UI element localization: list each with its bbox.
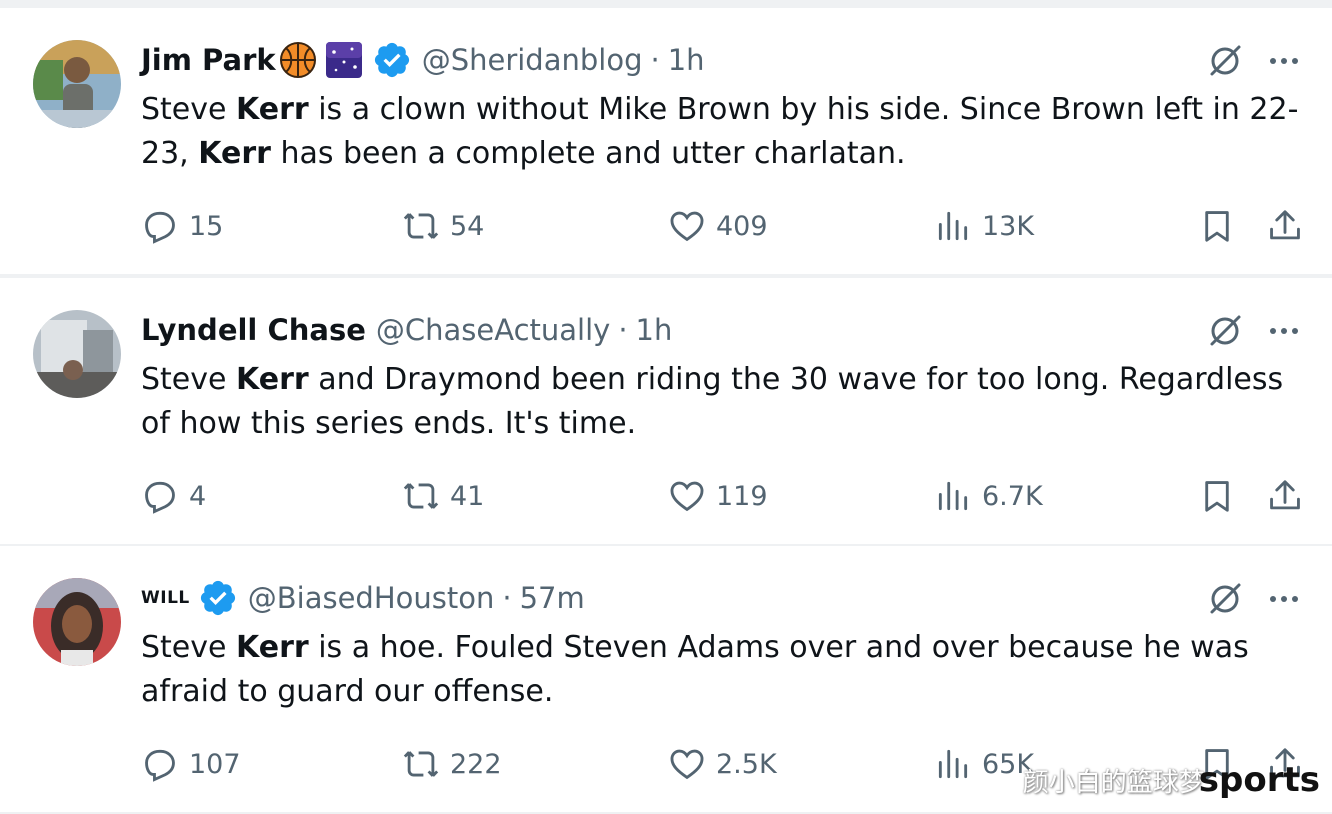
grok-icon[interactable] (1206, 580, 1244, 618)
like-button[interactable]: 409 (668, 204, 768, 248)
tweet-text: Steve Kerr is a clown without Mike Brown… (141, 92, 1299, 171)
avatar[interactable] (33, 310, 121, 398)
author-handle[interactable]: @BiasedHouston (248, 581, 495, 615)
action-bar: 15 54 409 13K (0, 204, 1332, 248)
watermark: 颜小白的篮球梦 sports (1023, 760, 1320, 800)
reply-count: 107 (189, 748, 241, 780)
heart-icon (668, 477, 716, 515)
reply-icon (141, 745, 189, 783)
separator-dot: · (650, 43, 660, 77)
watermark-text: 颜小白的篮球梦 (1022, 767, 1205, 798)
views-count: 6.7K (982, 480, 1043, 512)
separator-dot: · (618, 313, 628, 347)
more-icon[interactable] (1266, 580, 1302, 618)
reply-icon (141, 477, 189, 515)
views-icon (934, 207, 982, 245)
more-icon[interactable] (1266, 42, 1302, 80)
like-count: 119 (716, 480, 768, 512)
bookmark-button[interactable] (1198, 204, 1236, 248)
timestamp[interactable]: 57m (520, 581, 585, 615)
like-count: 2.5K (716, 748, 777, 780)
views-button[interactable]: 6.7K (934, 474, 1043, 518)
watermark-sports: sports (1198, 760, 1320, 800)
heart-icon (668, 745, 716, 783)
repost-button[interactable]: 222 (402, 742, 502, 786)
action-bar: 4 41 119 6.7K (0, 474, 1332, 518)
basketball-icon (278, 40, 318, 80)
tweet-text: Steve Kerr is a hoe. Fouled Steven Adams… (141, 630, 1249, 709)
reply-count: 4 (189, 480, 207, 512)
repost-icon (402, 745, 450, 783)
repost-button[interactable]: 41 (402, 474, 484, 518)
tweet-card[interactable]: Jim Park @Sheridanblog · 1h Steve Kerr i… (0, 8, 1332, 274)
repost-count: 41 (450, 480, 485, 512)
reply-button[interactable]: 15 (141, 204, 223, 248)
share-button[interactable] (1266, 474, 1304, 518)
share-icon (1266, 207, 1304, 245)
repost-icon (402, 207, 450, 245)
bookmark-button[interactable] (1198, 474, 1236, 518)
like-button[interactable]: 119 (668, 474, 768, 518)
verified-badge-icon[interactable] (372, 40, 412, 80)
views-icon (934, 745, 982, 783)
views-icon (934, 477, 982, 515)
grok-icon[interactable] (1206, 312, 1244, 350)
author-name[interactable]: WILL (141, 588, 190, 608)
author-handle[interactable]: @Sheridanblog (422, 43, 643, 77)
separator-dot: · (502, 581, 512, 615)
avatar[interactable] (33, 578, 121, 666)
verified-badge-icon[interactable] (198, 578, 238, 618)
bookmark-icon (1198, 207, 1236, 245)
reply-count: 15 (189, 210, 224, 242)
tweet-text: Steve Kerr and Draymond been riding the … (141, 362, 1284, 441)
author-name[interactable]: Jim Park (141, 43, 276, 77)
reply-button[interactable]: 107 (141, 742, 241, 786)
like-count: 409 (716, 210, 768, 242)
share-button[interactable] (1266, 204, 1304, 248)
reply-icon (141, 207, 189, 245)
repost-count: 222 (450, 748, 502, 780)
tweet-header: WILL @BiasedHouston · 57m (141, 576, 585, 620)
author-name[interactable]: Lyndell Chase (141, 313, 366, 347)
night-sky-icon (324, 40, 364, 80)
avatar[interactable] (33, 40, 121, 128)
reply-button[interactable]: 4 (141, 474, 206, 518)
heart-icon (668, 207, 716, 245)
author-handle[interactable]: @ChaseActually (376, 313, 610, 347)
tweet-header: Jim Park @Sheridanblog · 1h (141, 38, 705, 82)
tweet-header: Lyndell Chase @ChaseActually · 1h (141, 308, 672, 352)
timestamp[interactable]: 1h (668, 43, 705, 77)
repost-button[interactable]: 54 (402, 204, 484, 248)
repost-icon (402, 477, 450, 515)
views-button[interactable]: 65K (934, 742, 1034, 786)
repost-count: 54 (450, 210, 485, 242)
more-icon[interactable] (1266, 312, 1302, 350)
like-button[interactable]: 2.5K (668, 742, 777, 786)
views-button[interactable]: 13K (934, 204, 1034, 248)
share-icon (1266, 477, 1304, 515)
bookmark-icon (1198, 477, 1236, 515)
views-count: 13K (982, 210, 1035, 242)
timestamp[interactable]: 1h (636, 313, 673, 347)
tweet-card[interactable]: Lyndell Chase @ChaseActually · 1h Steve … (0, 278, 1332, 544)
grok-icon[interactable] (1206, 42, 1244, 80)
